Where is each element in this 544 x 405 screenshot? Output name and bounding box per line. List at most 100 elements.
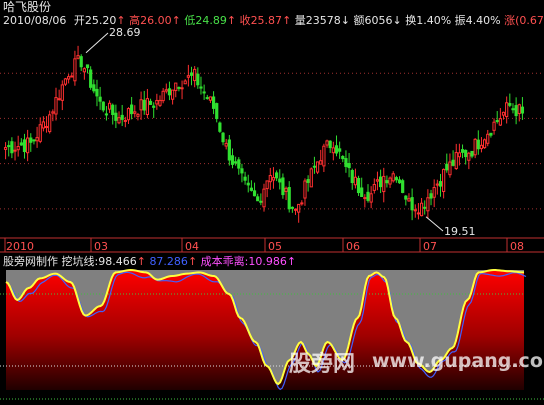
- candle-body: [438, 181, 443, 187]
- candle-body: [476, 139, 480, 150]
- candle-body: [360, 187, 364, 198]
- candle-body: [199, 86, 203, 89]
- candle-body: [492, 121, 496, 131]
- candle-body: [278, 178, 282, 183]
- candle-body: [451, 159, 455, 166]
- candle-body: [388, 177, 392, 185]
- candle-body: [111, 104, 115, 115]
- candle-body: [221, 132, 225, 143]
- candle-body: [158, 99, 162, 106]
- candle-body: [54, 97, 58, 115]
- indicator-name: 股旁网制作: [3, 255, 58, 268]
- candle-body: [379, 176, 383, 188]
- indicator-line1-value: 98.466: [98, 255, 137, 268]
- candle-body: [309, 168, 313, 188]
- candle-body: [256, 196, 260, 202]
- candle-body: [70, 75, 74, 78]
- candle-body: [328, 140, 332, 149]
- candle-body: [95, 88, 99, 97]
- candle-body: [334, 145, 339, 154]
- time-axis-label: 06: [346, 240, 360, 253]
- low-label: 低: [184, 14, 196, 27]
- candle-body: [16, 145, 20, 151]
- candle-body: [243, 176, 247, 181]
- candle-body: [51, 111, 55, 114]
- candle-body: [397, 179, 402, 184]
- time-axis-label: 2010: [6, 240, 34, 253]
- candle-body: [375, 179, 380, 182]
- candle-body: [41, 121, 45, 129]
- indicator-line1-label: 挖坑线:: [61, 255, 99, 268]
- candle-body: [350, 170, 354, 184]
- candle-body: [498, 118, 502, 126]
- candle-body: [79, 56, 83, 68]
- volume-label: 量: [294, 14, 306, 27]
- indicator-legend: 股旁网制作 挖坑线:98.466↑ 87.286↑ 成本乖离:10.986↑: [3, 255, 296, 268]
- candle-body: [470, 150, 474, 157]
- candle-body: [356, 177, 361, 194]
- candle-body: [234, 161, 238, 164]
- candle-body: [183, 80, 187, 85]
- candle-body: [171, 89, 175, 100]
- candle-body: [460, 149, 465, 153]
- candle-body: [416, 212, 421, 215]
- close-value: 25.87: [250, 14, 283, 27]
- candle-body: [205, 97, 209, 100]
- candle-body: [479, 144, 484, 150]
- candle-body: [297, 203, 301, 213]
- candle-body: [92, 84, 96, 92]
- up-arrow-icon: ↑: [286, 255, 297, 268]
- candle-body: [32, 139, 36, 142]
- candle-body: [142, 99, 146, 111]
- candle-body: [227, 139, 231, 161]
- candle-body: [508, 103, 512, 106]
- candle-body: [394, 177, 398, 181]
- candle-body: [281, 177, 285, 196]
- candle-body: [369, 193, 373, 203]
- chart-canvas[interactable]: [0, 0, 544, 405]
- candle-body: [322, 145, 326, 167]
- candle-body: [82, 68, 86, 73]
- candle-body: [486, 133, 490, 144]
- candle-body: [139, 99, 143, 111]
- candle-body: [473, 138, 477, 156]
- stock-chart-window: 哈飞股份 2010/08/06 开25.20↑ 高26.00↑ 低24.89↑ …: [0, 0, 544, 405]
- watermark-cn: 股旁网: [289, 352, 356, 377]
- candle-body: [445, 163, 449, 171]
- candle-body: [353, 176, 357, 186]
- candle-body: [252, 190, 257, 197]
- candle-body: [104, 113, 109, 116]
- candle-body: [211, 96, 216, 109]
- time-axis-label: 07: [423, 240, 437, 253]
- candle-body: [48, 114, 52, 133]
- candle-body: [467, 152, 471, 161]
- up-arrow-icon: ↑: [282, 14, 292, 27]
- candle-body: [114, 112, 118, 121]
- amount-label: 额: [353, 14, 365, 27]
- candle-body: [22, 139, 27, 153]
- candle-body: [3, 147, 8, 150]
- amplitude-label: 振: [454, 14, 466, 27]
- candle-body: [148, 100, 153, 105]
- candle-body: [391, 173, 395, 182]
- candle-body: [189, 72, 194, 76]
- high-mark-pointer: [85, 32, 109, 54]
- quote-bar: 2010/08/06 开25.20↑ 高26.00↑ 低24.89↑ 收25.8…: [3, 14, 544, 27]
- candle-body: [73, 58, 77, 82]
- candle-body: [180, 87, 184, 90]
- candle-body: [89, 69, 93, 88]
- candle-body: [319, 160, 323, 165]
- candle-body: [218, 122, 222, 132]
- candle-body: [174, 82, 178, 92]
- volume-value: 23578: [305, 14, 341, 27]
- candle-body: [511, 108, 515, 111]
- candle-body: [177, 86, 181, 89]
- close-label: 收: [239, 14, 251, 27]
- candle-body: [514, 105, 518, 117]
- turnover-label: 换: [405, 14, 417, 27]
- open-label: 开: [73, 14, 85, 27]
- quote-date: 2010/08/06: [3, 14, 67, 27]
- low-mark-label: 19.51: [444, 225, 476, 238]
- amplitude-value: 4.40%: [465, 14, 501, 27]
- candle-body: [419, 202, 424, 217]
